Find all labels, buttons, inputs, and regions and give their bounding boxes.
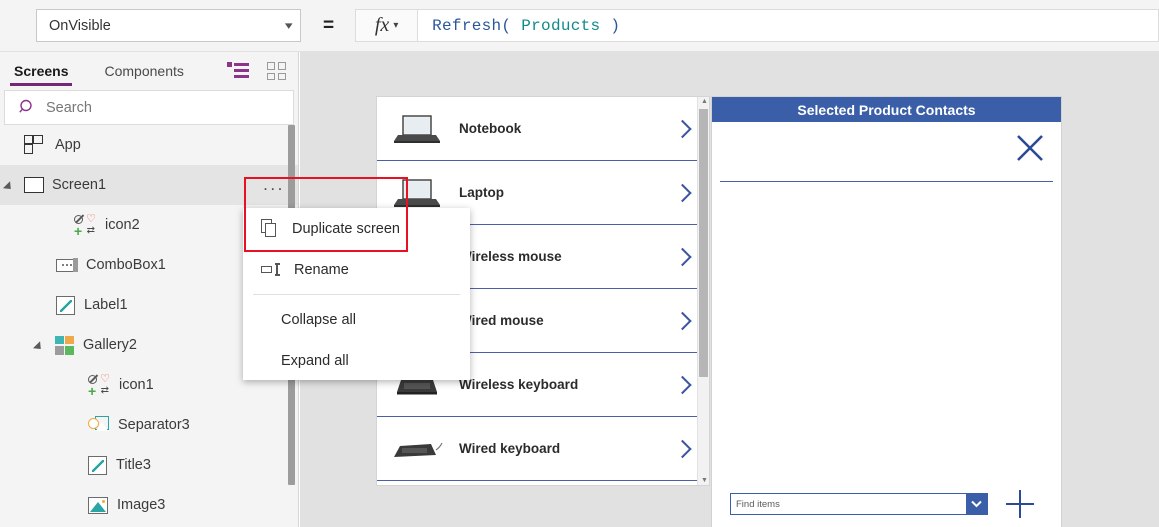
equals-sign: = (323, 14, 335, 36)
tree-item-label: Title3 (116, 457, 151, 473)
duplicate-icon (261, 219, 278, 238)
tree-item-app[interactable]: App (0, 125, 298, 165)
gallery-scrollbar[interactable]: ▲ ▼ (697, 97, 709, 485)
tree-item-label: ComboBox1 (86, 257, 166, 273)
gallery-item-label: Laptop (459, 185, 504, 200)
chevron-right-icon[interactable] (673, 247, 692, 266)
app-icon (24, 135, 44, 155)
chevron-right-icon[interactable] (673, 119, 692, 138)
menu-item-rename[interactable]: Rename (243, 249, 470, 290)
sidebar-tabs: Screens Components (0, 52, 298, 90)
gallery-icon (55, 335, 74, 355)
formula-table-token: Products (521, 16, 601, 35)
tree-item-label: App (55, 137, 81, 153)
menu-item-collapse-all[interactable]: Collapse all (243, 299, 470, 340)
property-dropdown[interactable]: OnVisible ▾ (36, 9, 301, 42)
screen-icon (24, 177, 44, 193)
formula-close-token: ) (610, 16, 621, 35)
label-icon (56, 295, 75, 315)
rename-icon (261, 263, 280, 276)
search-icon (19, 99, 32, 113)
menu-divider (253, 294, 460, 295)
expand-caret-icon[interactable] (36, 340, 46, 350)
separator-icon (88, 415, 109, 435)
menu-item-duplicate-screen[interactable]: Duplicate screen (243, 208, 470, 249)
tree-item-label: icon2 (105, 217, 140, 233)
expand-caret-icon[interactable] (6, 180, 16, 190)
gallery-item-label: Wireless keyboard (459, 377, 579, 392)
tree-view-icon[interactable] (227, 62, 249, 80)
menu-item-label: Collapse all (281, 311, 356, 328)
scroll-down-arrow-icon[interactable]: ▼ (701, 477, 708, 484)
icon-control-icon: ♡ + ⇄ (88, 373, 110, 399)
wired-keyboard-thumbnail (391, 430, 443, 468)
formula-function-token: Refresh( (432, 16, 512, 35)
panel-divider (720, 181, 1053, 182)
gallery-item-label: Notebook (459, 121, 522, 136)
formula-input[interactable]: Refresh( Products ) (417, 9, 1159, 42)
gallery-item-label: Wired keyboard (459, 441, 561, 456)
tab-components[interactable]: Components (100, 52, 187, 90)
formula-bar: OnVisible ▾ = fx ▾ Refresh( Products ) (0, 0, 1159, 52)
chevron-down-icon: ▾ (285, 20, 294, 32)
screen-context-menu: Duplicate screen Rename Collapse all Exp… (243, 208, 470, 380)
chevron-right-icon[interactable] (673, 439, 692, 458)
search-input[interactable]: Search (4, 90, 294, 125)
tab-screens[interactable]: Screens (10, 52, 73, 90)
notebook-thumbnail (391, 110, 443, 148)
panel-title-bar: Selected Product Contacts (712, 97, 1061, 122)
icon-control-icon: ♡ + ⇄ (74, 213, 96, 239)
panel-footer: Find items (712, 487, 1061, 521)
menu-item-label: Duplicate screen (292, 220, 400, 237)
chevron-down-icon: ▾ (393, 20, 399, 31)
laptop-thumbnail (391, 174, 443, 212)
menu-item-label: Expand all (281, 352, 349, 369)
add-contact-button[interactable] (1006, 490, 1034, 518)
tree-item-label: icon1 (119, 377, 154, 393)
gallery-item-label: Wireless mouse (459, 249, 562, 264)
combobox-icon (56, 258, 78, 272)
scrollbar-thumb[interactable] (699, 109, 708, 377)
thumbnail-view-icon[interactable] (267, 62, 286, 80)
gallery-row[interactable]: Wired keyboard (377, 417, 709, 481)
label-icon (88, 455, 107, 475)
find-items-combobox[interactable]: Find items (730, 493, 988, 515)
powerapps-studio: OnVisible ▾ = fx ▾ Refresh( Products ) S… (0, 0, 1159, 527)
property-dropdown-value: OnVisible (49, 17, 111, 34)
tree-item-label: Image3 (117, 497, 166, 513)
menu-item-label: Rename (294, 261, 349, 278)
find-items-placeholder: Find items (736, 498, 780, 510)
scroll-up-arrow-icon[interactable]: ▲ (701, 98, 708, 105)
chevron-down-icon[interactable] (966, 494, 987, 514)
menu-item-expand-all[interactable]: Expand all (243, 340, 470, 381)
tree-item-title3[interactable]: Title3 (0, 445, 298, 485)
gallery-item-label: Wired mouse (459, 313, 544, 328)
tree-item-image3[interactable]: Image3 (0, 485, 298, 525)
chevron-right-icon[interactable] (673, 375, 692, 394)
search-placeholder: Search (46, 99, 92, 116)
close-icon[interactable] (1015, 133, 1045, 163)
fx-button[interactable]: fx ▾ (355, 9, 418, 42)
gallery-row[interactable]: Notebook (377, 97, 709, 161)
image-icon (88, 496, 108, 514)
tree-item-label: Label1 (84, 297, 128, 313)
tree-item-separator3[interactable]: Separator3 (0, 405, 298, 445)
panel-title: Selected Product Contacts (797, 101, 976, 118)
chevron-right-icon[interactable] (673, 183, 692, 202)
tree-item-label: Gallery2 (83, 337, 137, 353)
view-toggle-group (227, 62, 286, 80)
tree-item-label: Screen1 (52, 177, 107, 193)
selected-product-contacts-panel: Selected Product Contacts Find items (711, 96, 1062, 527)
tree-item-screen1[interactable]: Screen1 ... (0, 165, 298, 205)
fx-icon: fx (374, 14, 390, 36)
chevron-right-icon[interactable] (673, 311, 692, 330)
tree-item-label: Separator3 (118, 417, 190, 433)
